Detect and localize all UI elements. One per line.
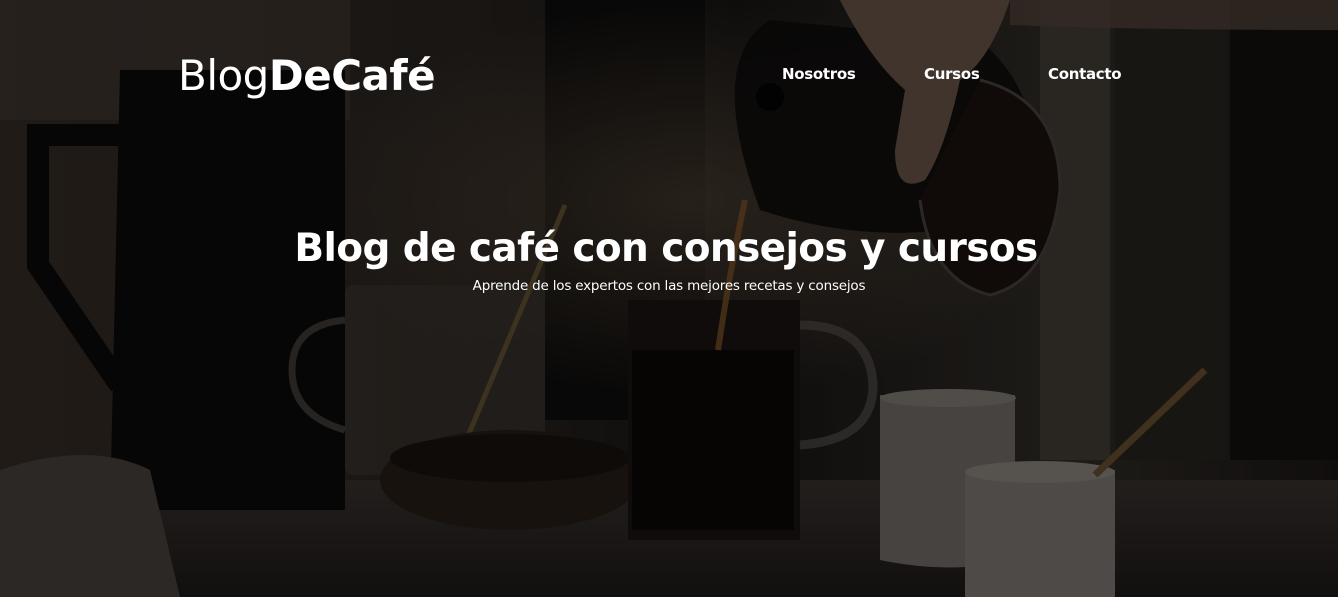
nav-link-nosotros[interactable]: Nosotros bbox=[782, 64, 856, 84]
hero-title: Blog de café con consejos y cursos bbox=[294, 226, 1038, 271]
hero-text: Blog de café con consejos y cursos Apren… bbox=[0, 224, 1338, 296]
nav-link-cursos[interactable]: Cursos bbox=[924, 64, 980, 84]
hero-section: BlogDeCafé Nosotros Cursos Contacto Blog… bbox=[0, 0, 1338, 597]
hero-subtitle: Aprende de los expertos con las mejores … bbox=[472, 278, 866, 294]
nav-link-contacto[interactable]: Contacto bbox=[1048, 64, 1122, 84]
main-navigation: Nosotros Cursos Contacto bbox=[0, 64, 1338, 86]
